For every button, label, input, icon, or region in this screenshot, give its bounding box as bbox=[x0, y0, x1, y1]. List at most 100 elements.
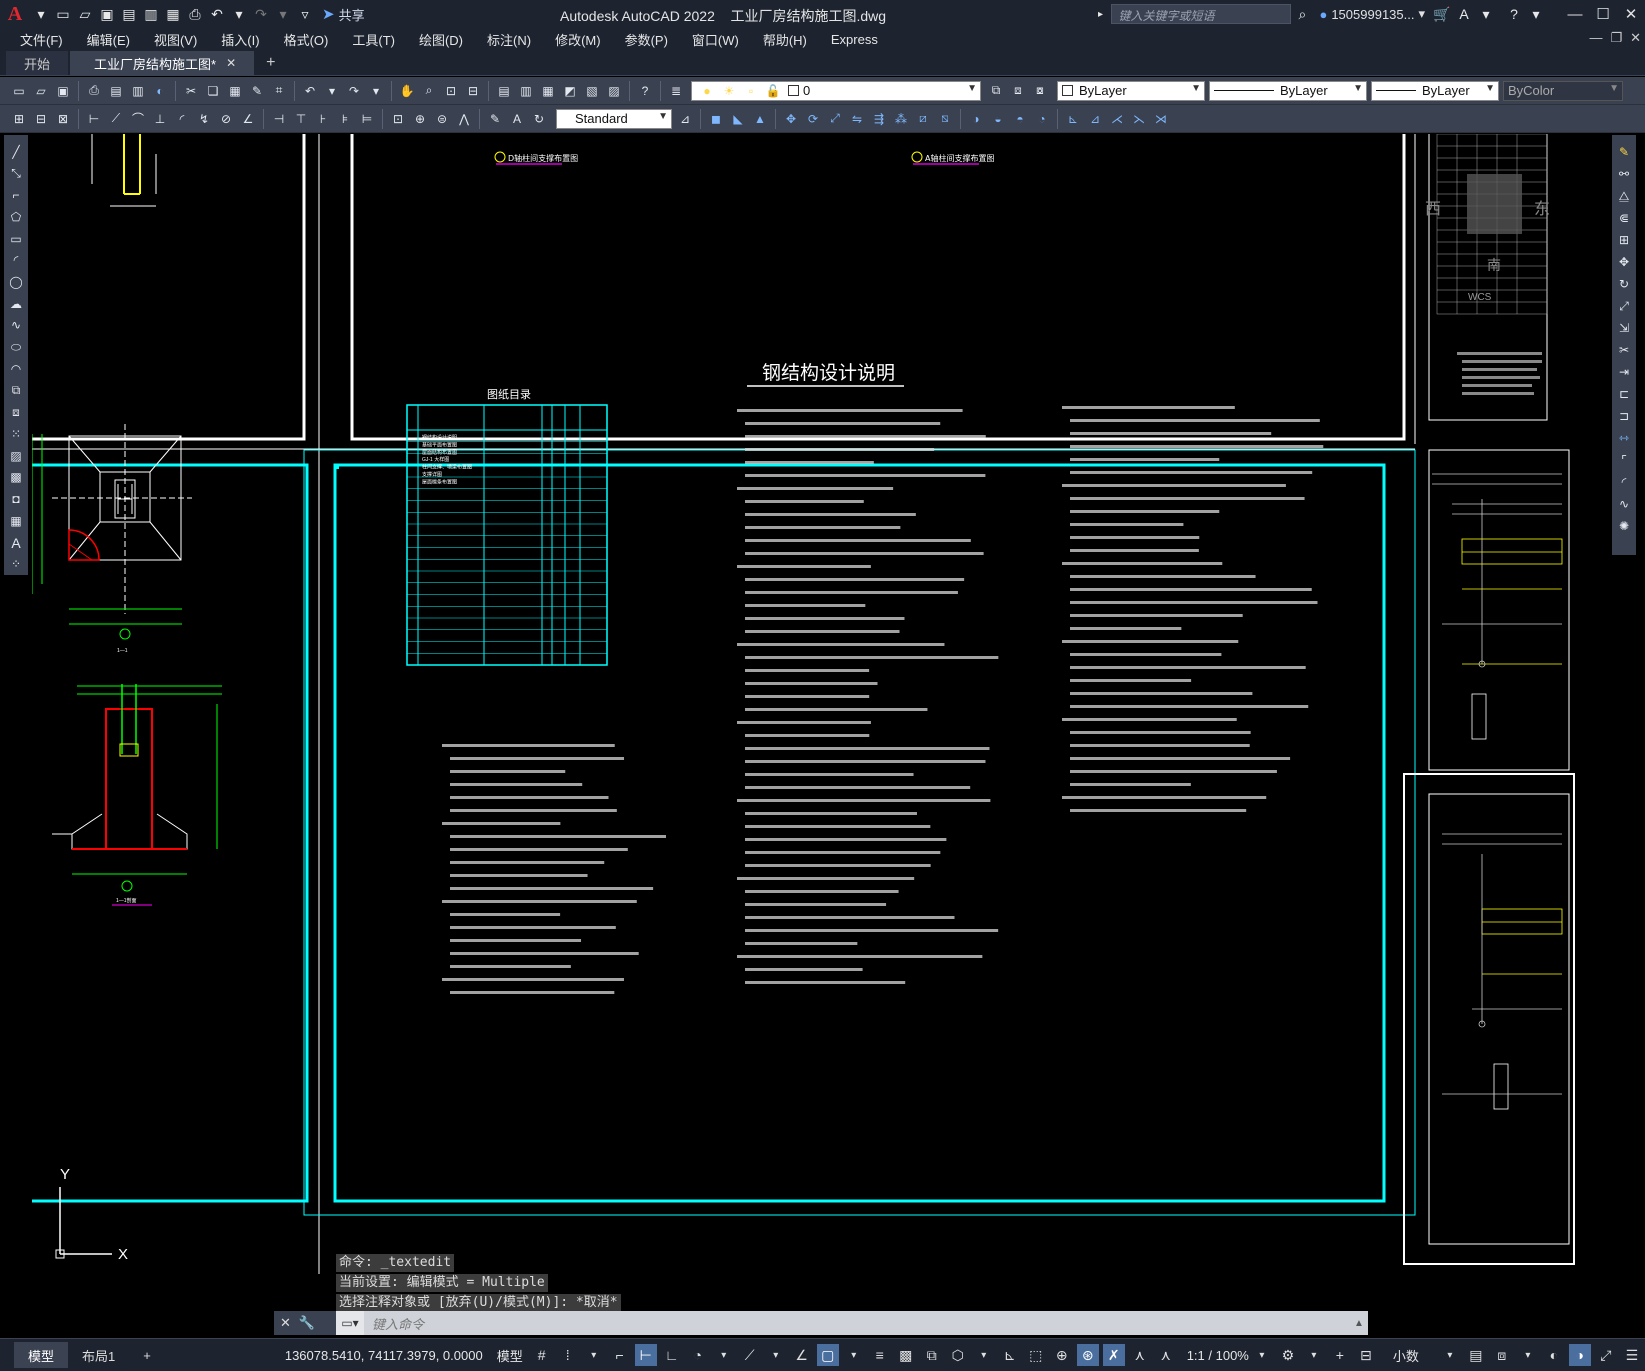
array-icon[interactable]: ⊞ bbox=[1615, 231, 1633, 249]
import-icon[interactable]: ▦ bbox=[162, 3, 184, 25]
text-style-dropdown[interactable]: Standard ▼ bbox=[556, 108, 672, 129]
fillet-icon[interactable]: ◜ bbox=[1615, 473, 1633, 491]
save-icon[interactable]: ▣ bbox=[96, 3, 118, 25]
tab-close-icon[interactable]: ✕ bbox=[226, 56, 236, 70]
lock-ui-dropdown-icon[interactable]: ▾ bbox=[1517, 1344, 1539, 1366]
menu-item-window[interactable]: 窗口(W) bbox=[680, 30, 751, 49]
quick-dim-icon[interactable]: ⊣ bbox=[270, 110, 288, 128]
block-insert-icon[interactable]: ⊞ bbox=[10, 110, 28, 128]
jogged-linear-icon[interactable]: ⋀ bbox=[455, 110, 473, 128]
dim-edit-icon[interactable]: ✎ bbox=[486, 110, 504, 128]
pan-icon[interactable]: ✋ bbox=[398, 82, 416, 100]
doc-restore-icon[interactable]: ❐ bbox=[1610, 30, 1622, 46]
undo-icon[interactable]: ↶ bbox=[206, 3, 228, 25]
annotation-scale-icon[interactable]: ⋏ bbox=[1129, 1344, 1151, 1366]
match-properties-icon[interactable]: ✎ bbox=[248, 82, 266, 100]
layer-states-icon[interactable]: ⧇ bbox=[1031, 82, 1049, 100]
center-mark-icon[interactable]: ⊕ bbox=[411, 110, 429, 128]
layout-tab-layout1[interactable]: 布局1 bbox=[68, 1342, 129, 1368]
mirror-icon[interactable]: ⧋ bbox=[1615, 187, 1633, 205]
undo-icon[interactable]: ↶ bbox=[301, 82, 319, 100]
gradient-icon[interactable]: ▩ bbox=[7, 469, 25, 487]
polar-dropdown-icon[interactable]: ▾ bbox=[713, 1344, 735, 1366]
add-layout-button[interactable]: + bbox=[129, 1342, 165, 1368]
menu-item-view[interactable]: 视图(V) bbox=[142, 30, 209, 49]
annotation-scale-value[interactable]: 1:1 / 100% bbox=[1187, 1348, 1249, 1363]
mirror-3d-icon[interactable]: ⇋ bbox=[848, 110, 866, 128]
workspace-gear-icon[interactable]: ⚙ bbox=[1277, 1344, 1299, 1366]
help-search-input[interactable]: 键入关键字或短语 bbox=[1111, 4, 1292, 24]
inspection-icon[interactable]: ⊜ bbox=[433, 110, 451, 128]
transparency-icon[interactable]: ▩ bbox=[895, 1344, 917, 1366]
selection-cycling-icon[interactable]: ⧉ bbox=[921, 1344, 943, 1366]
block-editor-icon[interactable]: ⌗ bbox=[270, 82, 288, 100]
offset-icon[interactable]: ⋐ bbox=[1615, 209, 1633, 227]
zoom-window-icon[interactable]: ⊡ bbox=[442, 82, 460, 100]
annotation-scale-alt-icon[interactable]: ⋏ bbox=[1155, 1344, 1177, 1366]
redo-dropdown-icon[interactable]: ▾ bbox=[367, 82, 385, 100]
ucs-object-icon[interactable]: ⋊ bbox=[1152, 110, 1170, 128]
erase-icon[interactable]: ✎ bbox=[1615, 143, 1633, 161]
line-icon[interactable]: ╱ bbox=[7, 143, 25, 161]
trim-icon[interactable]: ✂ bbox=[1615, 341, 1633, 359]
lock-ui-icon[interactable]: ⧈ bbox=[1491, 1344, 1513, 1366]
units-value[interactable]: 小数 bbox=[1393, 1346, 1419, 1365]
solid-box-icon[interactable]: ◼ bbox=[707, 110, 725, 128]
dim-space-icon[interactable]: ⊧ bbox=[336, 110, 354, 128]
solid-wedge-icon[interactable]: ◣ bbox=[729, 110, 747, 128]
clean-screen-icon[interactable]: ⤢ bbox=[1595, 1344, 1617, 1366]
zoom-previous-icon[interactable]: ⊟ bbox=[464, 82, 482, 100]
menu-item-format[interactable]: 格式(O) bbox=[272, 30, 341, 49]
share-button[interactable]: ➤ 共享 bbox=[322, 5, 365, 24]
linear-dim-icon[interactable]: ⊢ bbox=[85, 110, 103, 128]
recent-commands-icon[interactable]: ▭▾ bbox=[336, 1311, 364, 1335]
snap-dropdown-icon[interactable]: ▾ bbox=[583, 1344, 605, 1366]
scale-3d-icon[interactable]: ⤢ bbox=[826, 110, 844, 128]
stretch-icon[interactable]: ⇲ bbox=[1615, 319, 1633, 337]
rotate-icon[interactable]: ↻ bbox=[1615, 275, 1633, 293]
dim-style-icon[interactable]: ⊿ bbox=[676, 110, 694, 128]
linetype-dropdown[interactable]: ByLayer ▼ bbox=[1209, 80, 1367, 101]
coordinate-readout[interactable]: 136078.5410, 74117.3979, 0.0000 bbox=[285, 1348, 483, 1363]
gizmo-icon[interactable]: ⊕ bbox=[1051, 1344, 1073, 1366]
dynamic-input-icon[interactable]: ⊢ bbox=[634, 1344, 657, 1366]
isodraft-dropdown-icon[interactable]: ▾ bbox=[765, 1344, 787, 1366]
annotation-visibility-icon[interactable]: ⊛ bbox=[1076, 1344, 1099, 1366]
layer-properties-icon[interactable]: ≣ bbox=[667, 82, 685, 100]
menu-item-dimension[interactable]: 标注(N) bbox=[475, 30, 543, 49]
menu-item-modify[interactable]: 修改(M) bbox=[543, 30, 613, 49]
infer-constraints-icon[interactable]: ⌐ bbox=[609, 1344, 631, 1366]
section-icon[interactable]: ⧅ bbox=[936, 110, 954, 128]
compass-west[interactable]: 西 bbox=[1425, 201, 1441, 218]
customize-command-icon[interactable]: 🔧 bbox=[299, 1315, 315, 1331]
tolerance-icon[interactable]: ⊡ bbox=[389, 110, 407, 128]
design-center-palette-icon[interactable]: ▥ bbox=[517, 82, 535, 100]
lineweight-dropdown[interactable]: ByLayer ▼ bbox=[1371, 80, 1499, 101]
slice-icon[interactable]: ⧄ bbox=[914, 110, 932, 128]
wcs-label[interactable]: WCS bbox=[1468, 292, 1492, 303]
menu-item-help[interactable]: 帮助(H) bbox=[751, 30, 819, 49]
ortho-icon[interactable]: ∟ bbox=[661, 1344, 683, 1366]
scale-dropdown-icon[interactable]: ▾ bbox=[1251, 1344, 1273, 1366]
blend-icon[interactable]: ∿ bbox=[1615, 495, 1633, 513]
chamfer-icon[interactable]: ⌜ bbox=[1615, 451, 1633, 469]
auto-scale-icon[interactable]: ✗ bbox=[1102, 1344, 1125, 1366]
region-icon[interactable]: ◘ bbox=[7, 490, 25, 508]
angular-dim-icon[interactable]: ∠ bbox=[239, 110, 257, 128]
close-icon[interactable]: ✕ bbox=[1617, 5, 1645, 23]
osnap-dropdown-icon[interactable]: ▾ bbox=[843, 1344, 865, 1366]
new-icon[interactable]: ▭ bbox=[52, 3, 74, 25]
user-account[interactable]: ● 1505999135... ▾ bbox=[1319, 6, 1425, 22]
quick-properties-icon[interactable]: ▤ bbox=[1465, 1344, 1487, 1366]
menu-item-draw[interactable]: 绘图(D) bbox=[407, 30, 475, 49]
maximize-icon[interactable]: ☐ bbox=[1589, 5, 1617, 23]
copy-icon[interactable]: ❏ bbox=[204, 82, 222, 100]
tab-start[interactable]: 开始 bbox=[6, 51, 69, 75]
grip[interactable] bbox=[334, 464, 339, 469]
undo-dropdown-icon[interactable]: ▾ bbox=[323, 82, 341, 100]
minimize-icon[interactable]: — bbox=[1561, 6, 1589, 23]
units-icon[interactable]: ⊟ bbox=[1355, 1344, 1377, 1366]
polyline-icon[interactable]: ⌐ bbox=[7, 186, 25, 204]
table-icon[interactable]: ▦ bbox=[7, 512, 25, 530]
block-write-icon[interactable]: ⊠ bbox=[54, 110, 72, 128]
